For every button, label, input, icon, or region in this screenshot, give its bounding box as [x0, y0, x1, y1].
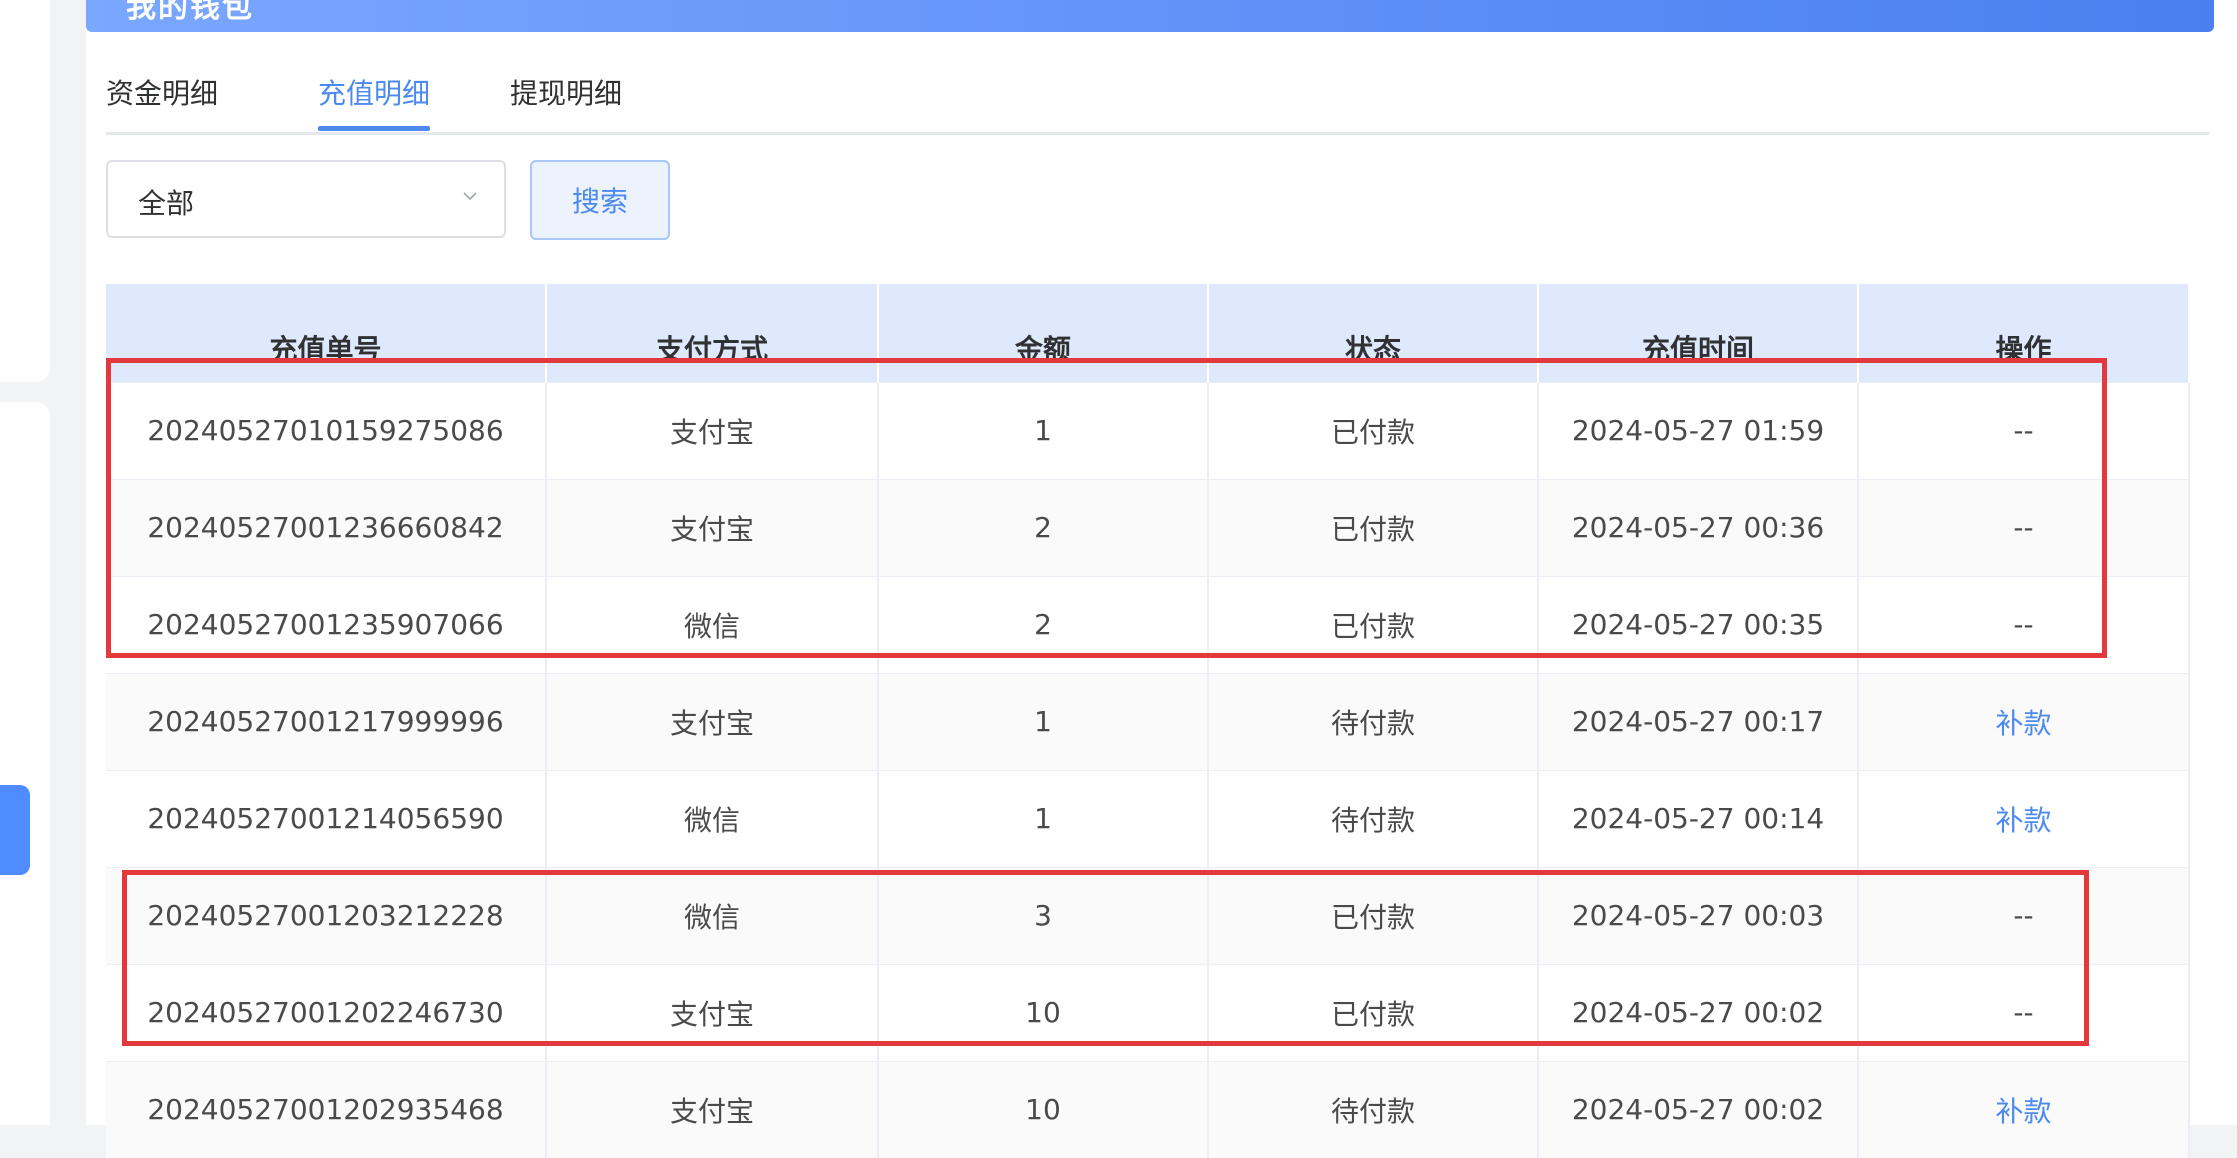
wallet-title: 我的钱包	[126, 0, 254, 25]
column-header-method: 支付方式	[546, 284, 879, 382]
order-no-cell: 20240527001214056590	[106, 769, 547, 867]
sidebar-panel-bottom	[0, 402, 50, 1125]
tab-fund-details[interactable]: 资金明细	[106, 72, 218, 112]
order-no-cell: 20240527001202246730	[106, 963, 547, 1061]
amount-cell: 1	[878, 381, 1209, 479]
table-header-row: 充值单号 支付方式 金额 状态 充值时间 操作	[106, 284, 2190, 382]
action-cell: 补款	[1858, 1060, 2190, 1158]
amount-cell: 1	[878, 672, 1209, 770]
order-no-cell: 2024052701015927508​6	[106, 381, 547, 479]
status-select-value: 全部	[138, 187, 195, 220]
amount-cell: 2	[878, 575, 1209, 673]
table-row: 20240527001236660842 支付宝 2 已付款 2024-05-2…	[106, 478, 2190, 576]
status-cell: 待付款	[1208, 1060, 1539, 1158]
action-cell: --	[1858, 381, 2190, 479]
time-cell: 2024-05-27 00:02	[1538, 963, 1859, 1061]
amount-cell: 10	[878, 963, 1209, 1061]
time-cell: 2024-05-27 00:35	[1538, 575, 1859, 673]
column-header-action: 操作	[1858, 284, 2190, 382]
table-row: 20240527001214056590 微信 1 待付款 2024-05-27…	[106, 769, 2190, 867]
order-no-cell: 20240527001202935468	[106, 1060, 547, 1158]
method-cell: 支付宝	[546, 1060, 879, 1158]
active-tab-indicator	[318, 126, 430, 131]
repay-link[interactable]: 补款	[1995, 1095, 2051, 1128]
amount-cell: 1	[878, 769, 1209, 867]
time-cell: 2024-05-27 00:17	[1538, 672, 1859, 770]
status-cell: 已付款	[1208, 478, 1539, 576]
recharge-table: 充值单号 支付方式 金额 状态 充值时间 操作 2024052701015927…	[106, 284, 2190, 1158]
table-row: 20240527001235907066 微信 2 已付款 2024-05-27…	[106, 575, 2190, 673]
order-no-cell: 20240527001217999996	[106, 672, 547, 770]
action-cell: --	[1858, 963, 2190, 1061]
amount-cell: 3	[878, 866, 1209, 964]
method-cell: 支付宝	[546, 672, 879, 770]
detail-tabs: 资金明细 充值明细 提现明细	[106, 70, 2209, 135]
amount-cell: 2	[878, 478, 1209, 576]
search-button[interactable]: 搜索	[530, 160, 670, 240]
status-cell: 待付款	[1208, 769, 1539, 867]
time-cell: 2024-05-27 01:59	[1538, 381, 1859, 479]
column-header-amount: 金额	[878, 284, 1209, 382]
status-cell: 已付款	[1208, 963, 1539, 1061]
table-row: 20240527001203212228 微信 3 已付款 2024-05-27…	[106, 866, 2190, 964]
tab-withdraw-details[interactable]: 提现明细	[510, 72, 622, 112]
table-row: 2024052701015927508​6 支付宝 1 已付款 2024-05-…	[106, 381, 2190, 479]
action-cell: --	[1858, 866, 2190, 964]
action-cell: --	[1858, 478, 2190, 576]
amount-cell: 10	[878, 1060, 1209, 1158]
repay-link[interactable]: 补款	[1995, 804, 2051, 837]
repay-link[interactable]: 补款	[1995, 707, 2051, 740]
time-cell: 2024-05-27 00:03	[1538, 866, 1859, 964]
status-select[interactable]: 全部	[106, 160, 506, 238]
method-cell: 支付宝	[546, 963, 879, 1061]
order-no-cell: 20240527001235907066	[106, 575, 547, 673]
table-row: 20240527001217999996 支付宝 1 待付款 2024-05-2…	[106, 672, 2190, 770]
method-cell: 支付宝	[546, 478, 879, 576]
table-row: 20240527001202246730 支付宝 10 已付款 2024-05-…	[106, 963, 2190, 1061]
method-cell: 微信	[546, 769, 879, 867]
tab-recharge-details[interactable]: 充值明细	[318, 72, 430, 112]
column-header-order-no: 充值单号	[106, 284, 547, 382]
column-header-time: 充值时间	[1538, 284, 1859, 382]
sidebar-active-item[interactable]	[0, 785, 30, 875]
status-cell: 待付款	[1208, 672, 1539, 770]
action-cell: --	[1858, 575, 2190, 673]
time-cell: 2024-05-27 00:14	[1538, 769, 1859, 867]
time-cell: 2024-05-27 00:02	[1538, 1060, 1859, 1158]
action-cell: 补款	[1858, 769, 2190, 867]
method-cell: 微信	[546, 866, 879, 964]
order-no-cell: 20240527001236660842	[106, 478, 547, 576]
sidebar-panel-top	[0, 0, 50, 382]
wallet-card: 我的钱包 资金明细 充值明细 提现明细 全部 搜索 充值单号 支付方式 金额 状…	[86, 0, 2237, 1158]
action-cell: 补款	[1858, 672, 2190, 770]
table-row: 20240527001202935468 支付宝 10 待付款 2024-05-…	[106, 1060, 2190, 1158]
method-cell: 支付宝	[546, 381, 879, 479]
method-cell: 微信	[546, 575, 879, 673]
chevron-down-icon	[463, 192, 477, 201]
time-cell: 2024-05-27 00:36	[1538, 478, 1859, 576]
order-no-cell: 20240527001203212228	[106, 866, 547, 964]
status-cell: 已付款	[1208, 381, 1539, 479]
wallet-header-banner: 我的钱包	[86, 0, 2214, 32]
status-cell: 已付款	[1208, 866, 1539, 964]
status-cell: 已付款	[1208, 575, 1539, 673]
column-header-status: 状态	[1208, 284, 1539, 382]
